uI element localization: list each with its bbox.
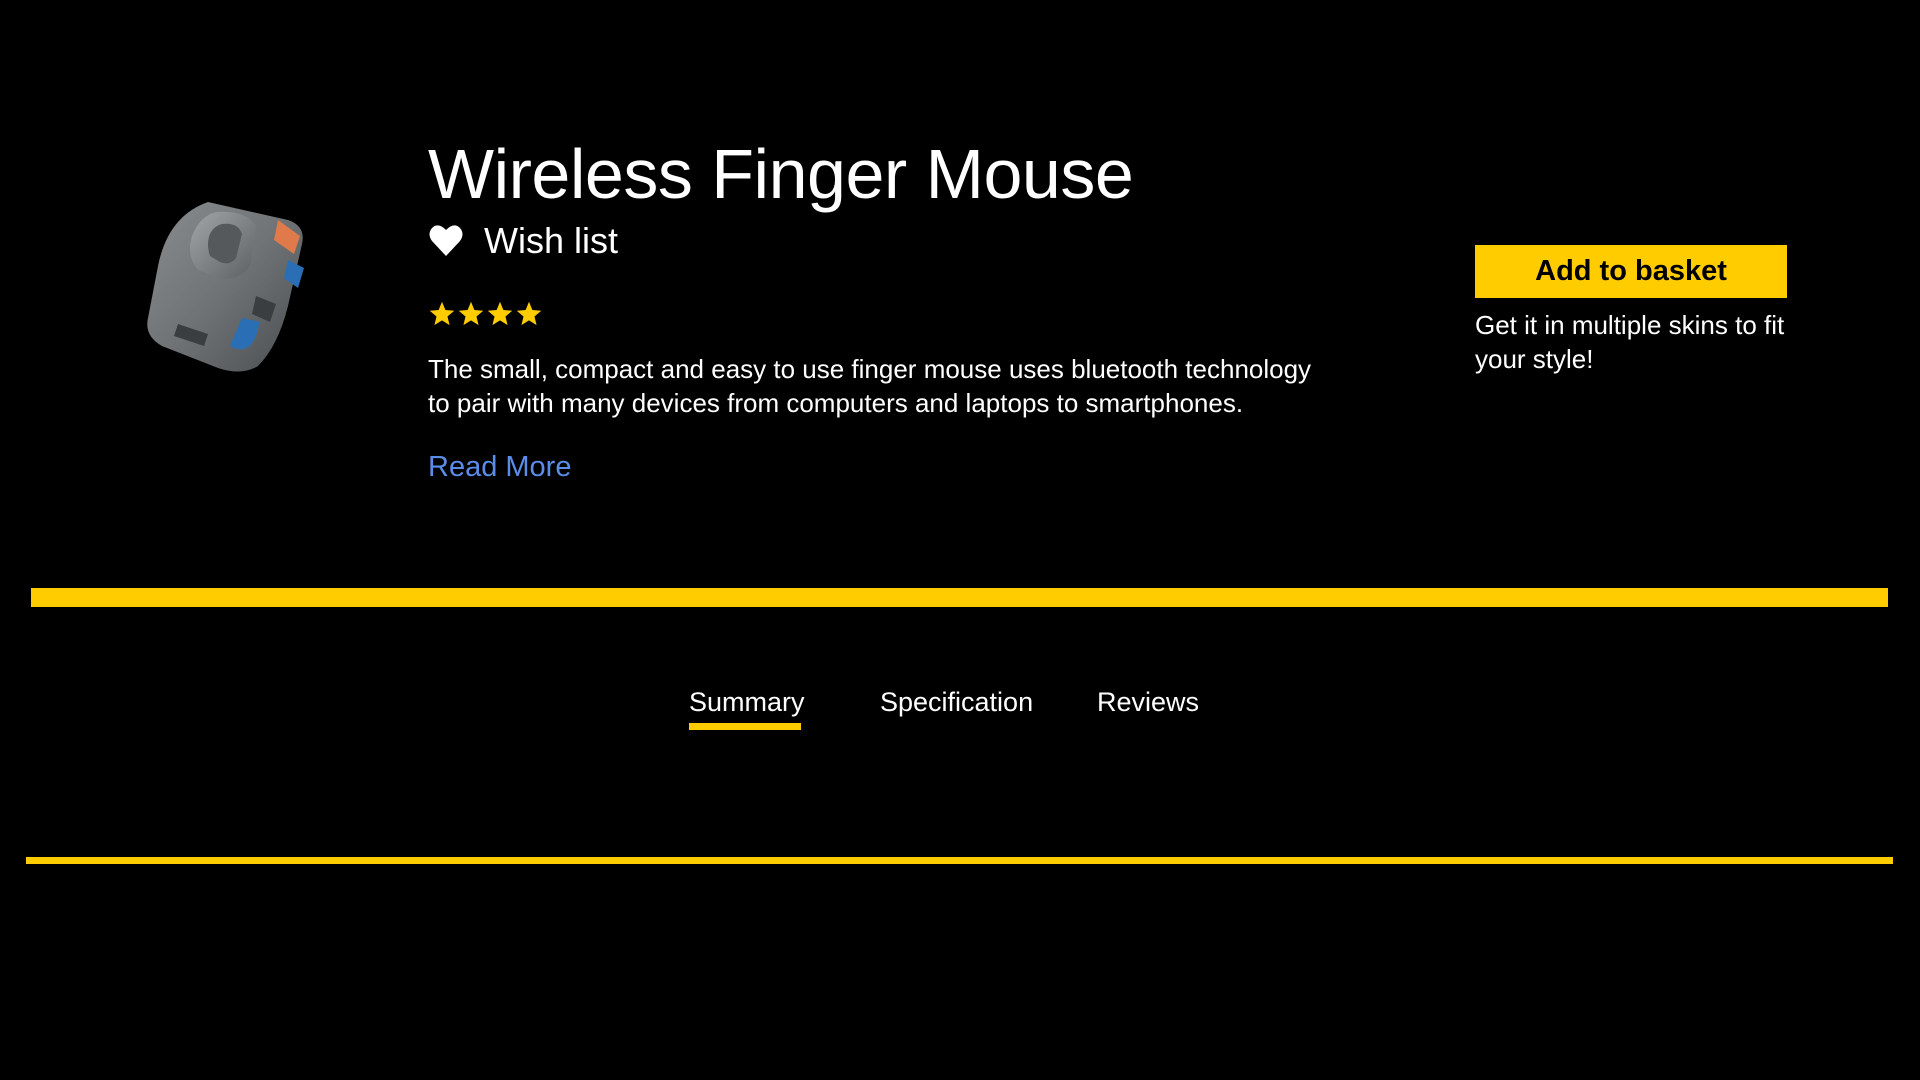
star-rating <box>428 300 543 328</box>
read-more-link[interactable]: Read More <box>428 448 571 486</box>
product-description: The small, compact and easy to use finge… <box>428 354 1312 418</box>
add-to-basket-button[interactable]: Add to basket <box>1475 245 1787 298</box>
star-icon <box>429 301 455 326</box>
section-divider-top <box>31 588 1888 607</box>
skins-note: Get it in multiple skins to fit your sty… <box>1475 310 1785 374</box>
tab-summary[interactable]: Summary <box>689 684 805 720</box>
star-icon <box>516 301 542 326</box>
star-icon <box>458 301 484 326</box>
tab-reviews[interactable]: Reviews <box>1097 684 1199 720</box>
wishlist-button[interactable]: Wish list <box>428 218 618 264</box>
tab-bar: Summary Specification Reviews <box>0 684 1920 734</box>
product-image <box>147 202 304 372</box>
wishlist-label: Wish list <box>484 220 618 261</box>
product-title: Wireless Finger Mouse <box>428 135 1134 213</box>
product-page: Wireless Finger Mouse Wish list The smal… <box>0 0 1920 1080</box>
heart-icon <box>429 225 463 256</box>
active-tab-indicator <box>689 723 801 730</box>
star-icon <box>487 301 513 326</box>
tab-specification[interactable]: Specification <box>880 684 1033 720</box>
section-divider-bottom <box>26 857 1893 864</box>
